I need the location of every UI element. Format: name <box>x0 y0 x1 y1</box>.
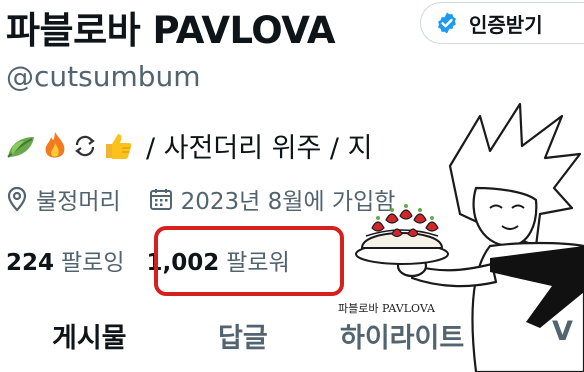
profile-handle: @cutsumbum <box>6 60 201 93</box>
profile-tabs: 게시물 답글 하이라이트 V <box>0 316 584 372</box>
artist-signature: 파블로바 PAVLOVA <box>338 300 435 316</box>
location-pin-icon <box>7 186 27 212</box>
bio-text: / 사전더리 위주 / 지 <box>146 133 373 164</box>
profile-meta: 불정머리 2023년 8월에 가입함 <box>6 182 395 216</box>
fire-icon <box>42 131 68 161</box>
leaf-icon <box>6 131 38 161</box>
verified-badge-icon <box>438 12 456 34</box>
location-text: 불정머리 <box>36 189 121 215</box>
calendar-icon <box>149 189 172 210</box>
thumbs-up-icon <box>102 130 134 162</box>
profile-bio: / 사전더리 위주 / 지 <box>6 126 372 165</box>
following-count: 224 <box>6 250 55 276</box>
repeat-icon <box>72 133 98 159</box>
profile-display-name: 파블로바 PAVLOVA <box>6 9 336 52</box>
tab-replies[interactable]: 답글 <box>218 316 268 355</box>
tab-more[interactable]: V <box>552 316 573 347</box>
following-link[interactable]: 224 팔로잉 <box>6 243 125 277</box>
tab-posts[interactable]: 게시물 <box>52 316 127 355</box>
tab-highlights[interactable]: 하이라이트 <box>340 316 464 355</box>
followers-highlight-box <box>154 226 344 296</box>
get-verified-button[interactable]: 인증받기 <box>420 2 584 44</box>
location-item: 불정머리 <box>6 182 121 216</box>
following-label: 팔로잉 <box>61 250 125 276</box>
get-verified-label: 인증받기 <box>469 12 543 37</box>
